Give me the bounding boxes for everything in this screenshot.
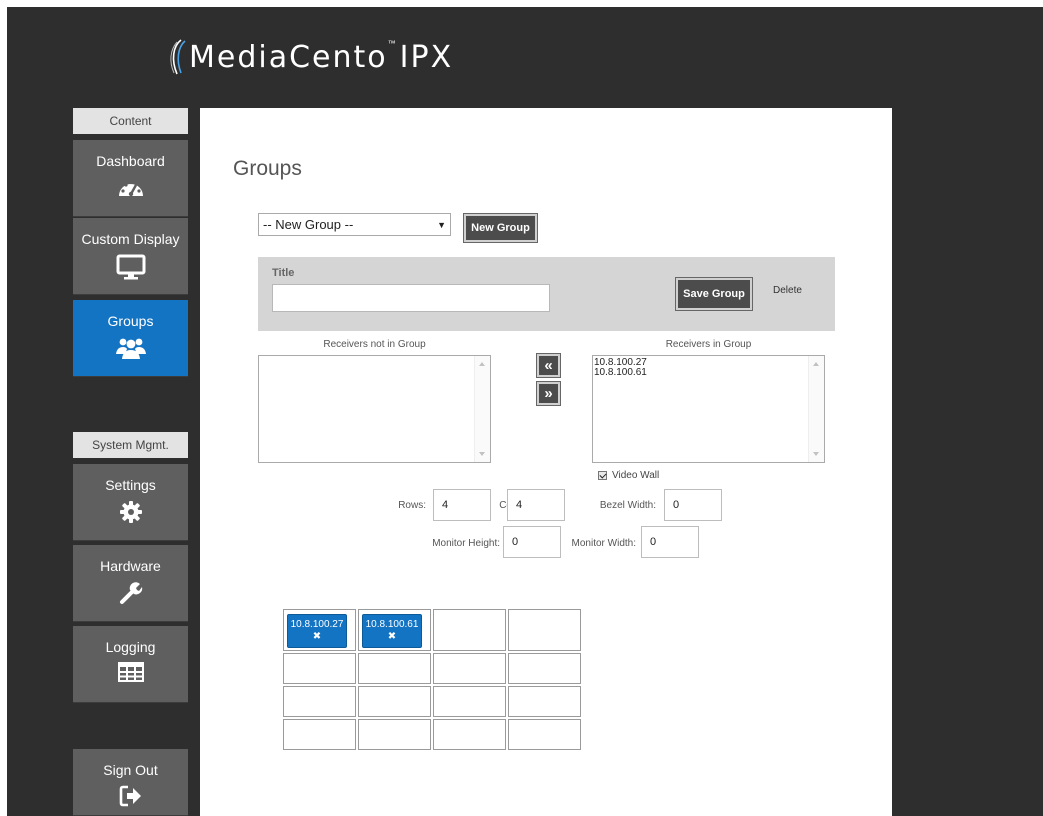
wall-receiver-chip[interactable]: 10.8.100.61 ✖ (362, 614, 422, 648)
wall-cell[interactable] (283, 653, 356, 684)
wall-cell[interactable] (433, 719, 506, 750)
new-group-button[interactable]: New Group (463, 213, 538, 243)
users-group-icon (115, 338, 146, 359)
move-right-button[interactable]: » (536, 381, 561, 406)
scrollbar[interactable] (808, 356, 824, 462)
monitor-icon (116, 254, 145, 280)
wall-receiver-label: 10.8.100.61 (365, 619, 419, 630)
receivers-not-in-group-caption: Receivers not in Group (323, 339, 426, 350)
sidebar-item-custom-display[interactable]: Custom Display (73, 218, 188, 295)
list-item[interactable]: 10.8.100.61 (594, 368, 823, 378)
group-select[interactable]: -- New Group -- ▼ (258, 213, 451, 236)
video-wall-checkbox-row[interactable]: Video Wall (598, 470, 659, 481)
sidebar-header-system: System Mgmt. (73, 432, 188, 458)
wall-cell[interactable] (508, 719, 581, 750)
monitor-height-label: Monitor Height: (432, 538, 500, 549)
sidebar-item-label: Hardware (100, 558, 161, 574)
sidebar-item-label: Settings (105, 477, 156, 493)
sidebar-item-groups[interactable]: Groups (73, 300, 188, 377)
wall-cell[interactable] (508, 653, 581, 684)
video-wall-grid: 10.8.100.27 ✖ 10.8.100.61 ✖ (283, 609, 581, 750)
sidebar-item-label: Custom Display (81, 231, 180, 247)
move-left-button[interactable]: « (536, 353, 561, 378)
brand-name: MediaCento (189, 39, 388, 75)
bezel-width-input[interactable]: 0 (664, 489, 722, 521)
page-title: Groups (233, 157, 302, 180)
brand-trademark: ™ (387, 38, 396, 48)
sidebar-item-label: Sign Out (103, 762, 158, 778)
group-select-value: -- New Group -- (263, 217, 354, 232)
wall-cell[interactable] (358, 686, 431, 717)
sidebar-item-label: Groups (107, 313, 154, 329)
sidebar-item-sign-out[interactable]: Sign Out (73, 749, 188, 816)
monitor-width-input[interactable]: 0 (641, 526, 699, 558)
wall-cell[interactable]: 10.8.100.61 ✖ (358, 609, 431, 651)
title-label: Title (272, 267, 295, 279)
wall-cell[interactable] (358, 719, 431, 750)
receivers-in-group-caption: Receivers in Group (665, 339, 752, 350)
table-grid-icon (117, 662, 144, 682)
wall-receiver-label: 10.8.100.27 (290, 619, 344, 630)
wall-cell[interactable] (283, 686, 356, 717)
sidebar-item-label: Logging (105, 639, 156, 655)
sidebar-item-hardware[interactable]: Hardware (73, 545, 188, 622)
rows-label: Rows: (398, 500, 426, 511)
wall-receiver-chip[interactable]: 10.8.100.27 ✖ (287, 614, 347, 648)
main-panel: Groups -- New Group -- ▼ New Group Title… (200, 108, 892, 816)
sidebar-header-content: Content (73, 108, 188, 134)
brand-logo: MediaCento ™ IPX (167, 35, 453, 79)
sidebar-item-dashboard[interactable]: Dashboard (73, 140, 188, 217)
wall-cell[interactable]: 10.8.100.27 ✖ (283, 609, 356, 651)
wall-cell[interactable] (508, 686, 581, 717)
scrollbar[interactable] (474, 356, 490, 462)
receivers-not-in-group-list[interactable] (258, 355, 491, 463)
title-input[interactable] (272, 284, 550, 312)
wrench-icon (119, 582, 142, 604)
video-wall-checkbox[interactable] (598, 471, 607, 480)
monitor-height-input[interactable]: 0 (503, 526, 561, 558)
cols-input[interactable]: 4 (507, 489, 565, 521)
sidebar-item-settings[interactable]: Settings (73, 464, 188, 541)
sidebar-item-label: Dashboard (96, 153, 165, 169)
chevron-down-icon: ▼ (437, 219, 446, 230)
rows-input[interactable]: 4 (433, 489, 491, 521)
brand-suffix: IPX (399, 39, 454, 75)
gear-icon (119, 501, 142, 523)
video-wall-label: Video Wall (612, 470, 660, 481)
delete-link[interactable]: Delete (773, 285, 802, 296)
wall-cell[interactable] (433, 653, 506, 684)
wall-cell[interactable] (283, 719, 356, 750)
receivers-not-in-group-entries (259, 356, 490, 360)
close-icon[interactable]: ✖ (288, 631, 346, 642)
bezel-width-label: Bezel Width: (599, 500, 656, 511)
dashboard-gauge-icon (118, 180, 143, 197)
wall-cell[interactable] (508, 609, 581, 651)
sign-out-icon (119, 785, 141, 807)
monitor-width-label: Monitor Width: (571, 538, 636, 549)
title-panel: Title Save Group Delete (258, 257, 835, 331)
receivers-in-group-entries: 10.8.100.27 10.8.100.61 (593, 356, 824, 380)
sidebar-item-logging[interactable]: Logging (73, 626, 188, 703)
logo-swoosh-icon (170, 39, 186, 75)
wall-cell[interactable] (433, 609, 506, 651)
close-icon[interactable]: ✖ (363, 631, 421, 642)
wall-cell[interactable] (433, 686, 506, 717)
app-frame: MediaCento ™ IPX Content Dashboard Custom … (7, 7, 1043, 816)
wall-cell[interactable] (358, 653, 431, 684)
save-group-button[interactable]: Save Group (675, 277, 753, 311)
receivers-in-group-list[interactable]: 10.8.100.27 10.8.100.61 (592, 355, 825, 463)
